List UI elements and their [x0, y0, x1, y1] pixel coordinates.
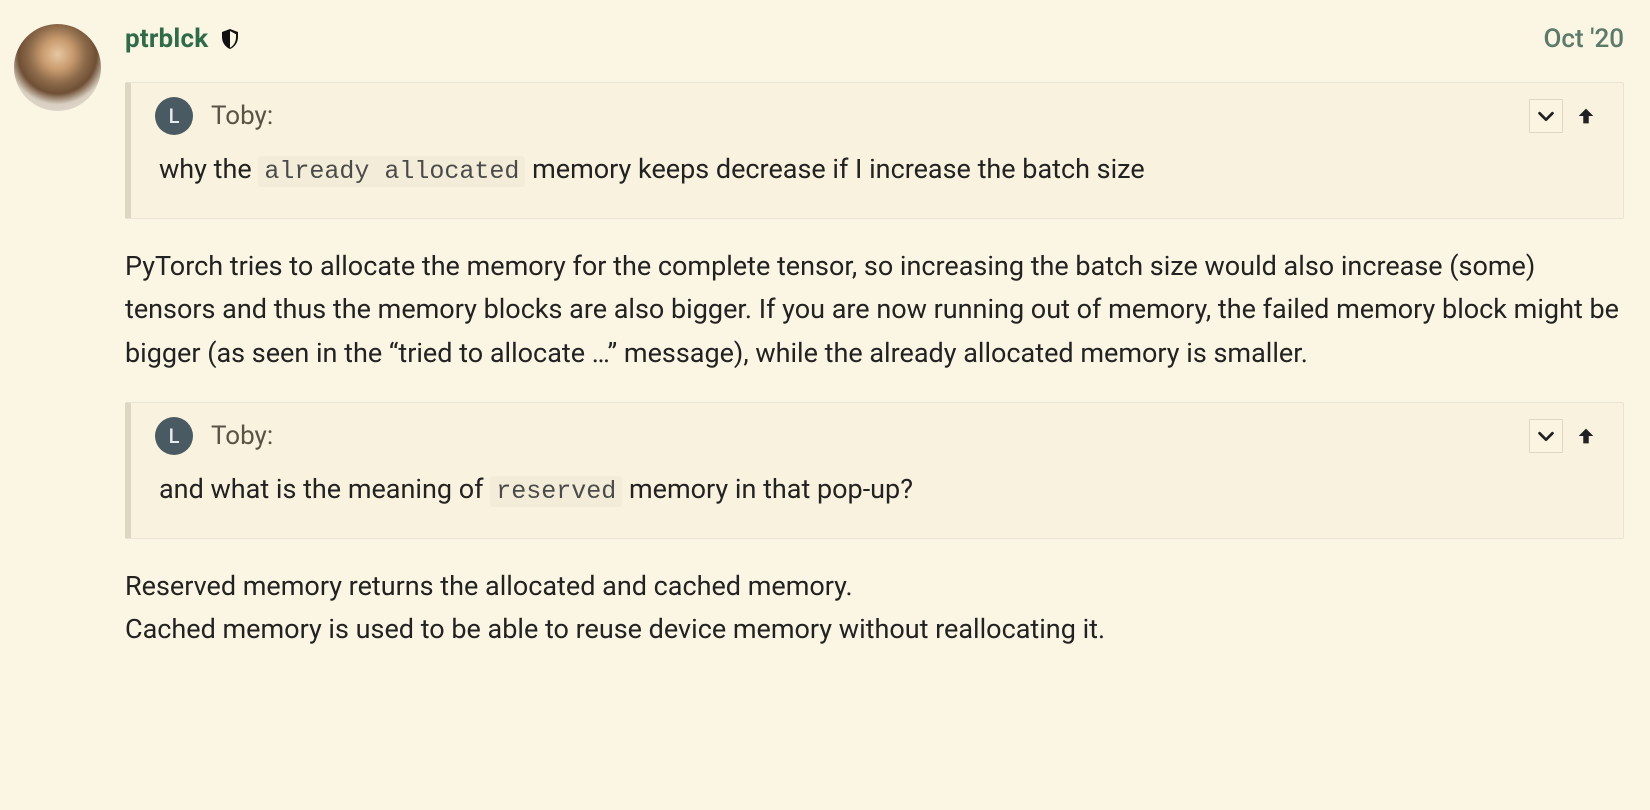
quote-avatar[interactable]: L: [155, 97, 193, 135]
goto-quoted-post-button[interactable]: [1569, 99, 1603, 133]
author-line: ptrblck: [125, 24, 242, 54]
post-body: ptrblck Oct '20 L Toby:: [125, 24, 1636, 674]
quote-text: why the already allocated memory keeps d…: [131, 145, 1623, 218]
author-avatar[interactable]: [14, 24, 101, 111]
quote-block: L Toby: and what is the meaning of reser…: [125, 402, 1624, 539]
quote-header: L Toby:: [131, 83, 1623, 145]
quote-text: and what is the meaning of reserved memo…: [131, 465, 1623, 538]
reply-paragraph: PyTorch tries to allocate the memory for…: [125, 245, 1624, 376]
inline-code: reserved: [490, 476, 622, 507]
quote-avatar[interactable]: L: [155, 417, 193, 455]
quote-text-part: memory in that pop-up?: [622, 473, 913, 505]
quote-author: L Toby:: [155, 97, 273, 135]
forum-post: ptrblck Oct '20 L Toby:: [0, 0, 1650, 674]
expand-quote-button[interactable]: [1529, 99, 1563, 133]
quote-author-name: Toby:: [211, 421, 273, 451]
shield-icon: [218, 27, 242, 51]
quote-block: L Toby: why the already allocated memory…: [125, 82, 1624, 219]
reply-line: Reserved memory returns the allocated an…: [125, 570, 853, 602]
reply-paragraph: Reserved memory returns the allocated an…: [125, 565, 1624, 652]
quote-text-part: memory keeps decrease if I increase the …: [525, 153, 1144, 185]
quote-text-part: why the: [159, 153, 258, 185]
quote-author-name: Toby:: [211, 101, 273, 131]
quote-header: L Toby:: [131, 403, 1623, 465]
reply-line: Cached memory is used to be able to reus…: [125, 613, 1105, 645]
post-date[interactable]: Oct '20: [1543, 24, 1624, 54]
expand-quote-button[interactable]: [1529, 419, 1563, 453]
quote-text-part: and what is the meaning of: [159, 473, 490, 505]
post-header: ptrblck Oct '20: [125, 24, 1624, 54]
goto-quoted-post-button[interactable]: [1569, 419, 1603, 453]
quote-controls: [1529, 419, 1603, 453]
quote-author: L Toby:: [155, 417, 273, 455]
inline-code: already allocated: [258, 156, 525, 187]
author-username[interactable]: ptrblck: [125, 24, 208, 54]
quote-controls: [1529, 99, 1603, 133]
